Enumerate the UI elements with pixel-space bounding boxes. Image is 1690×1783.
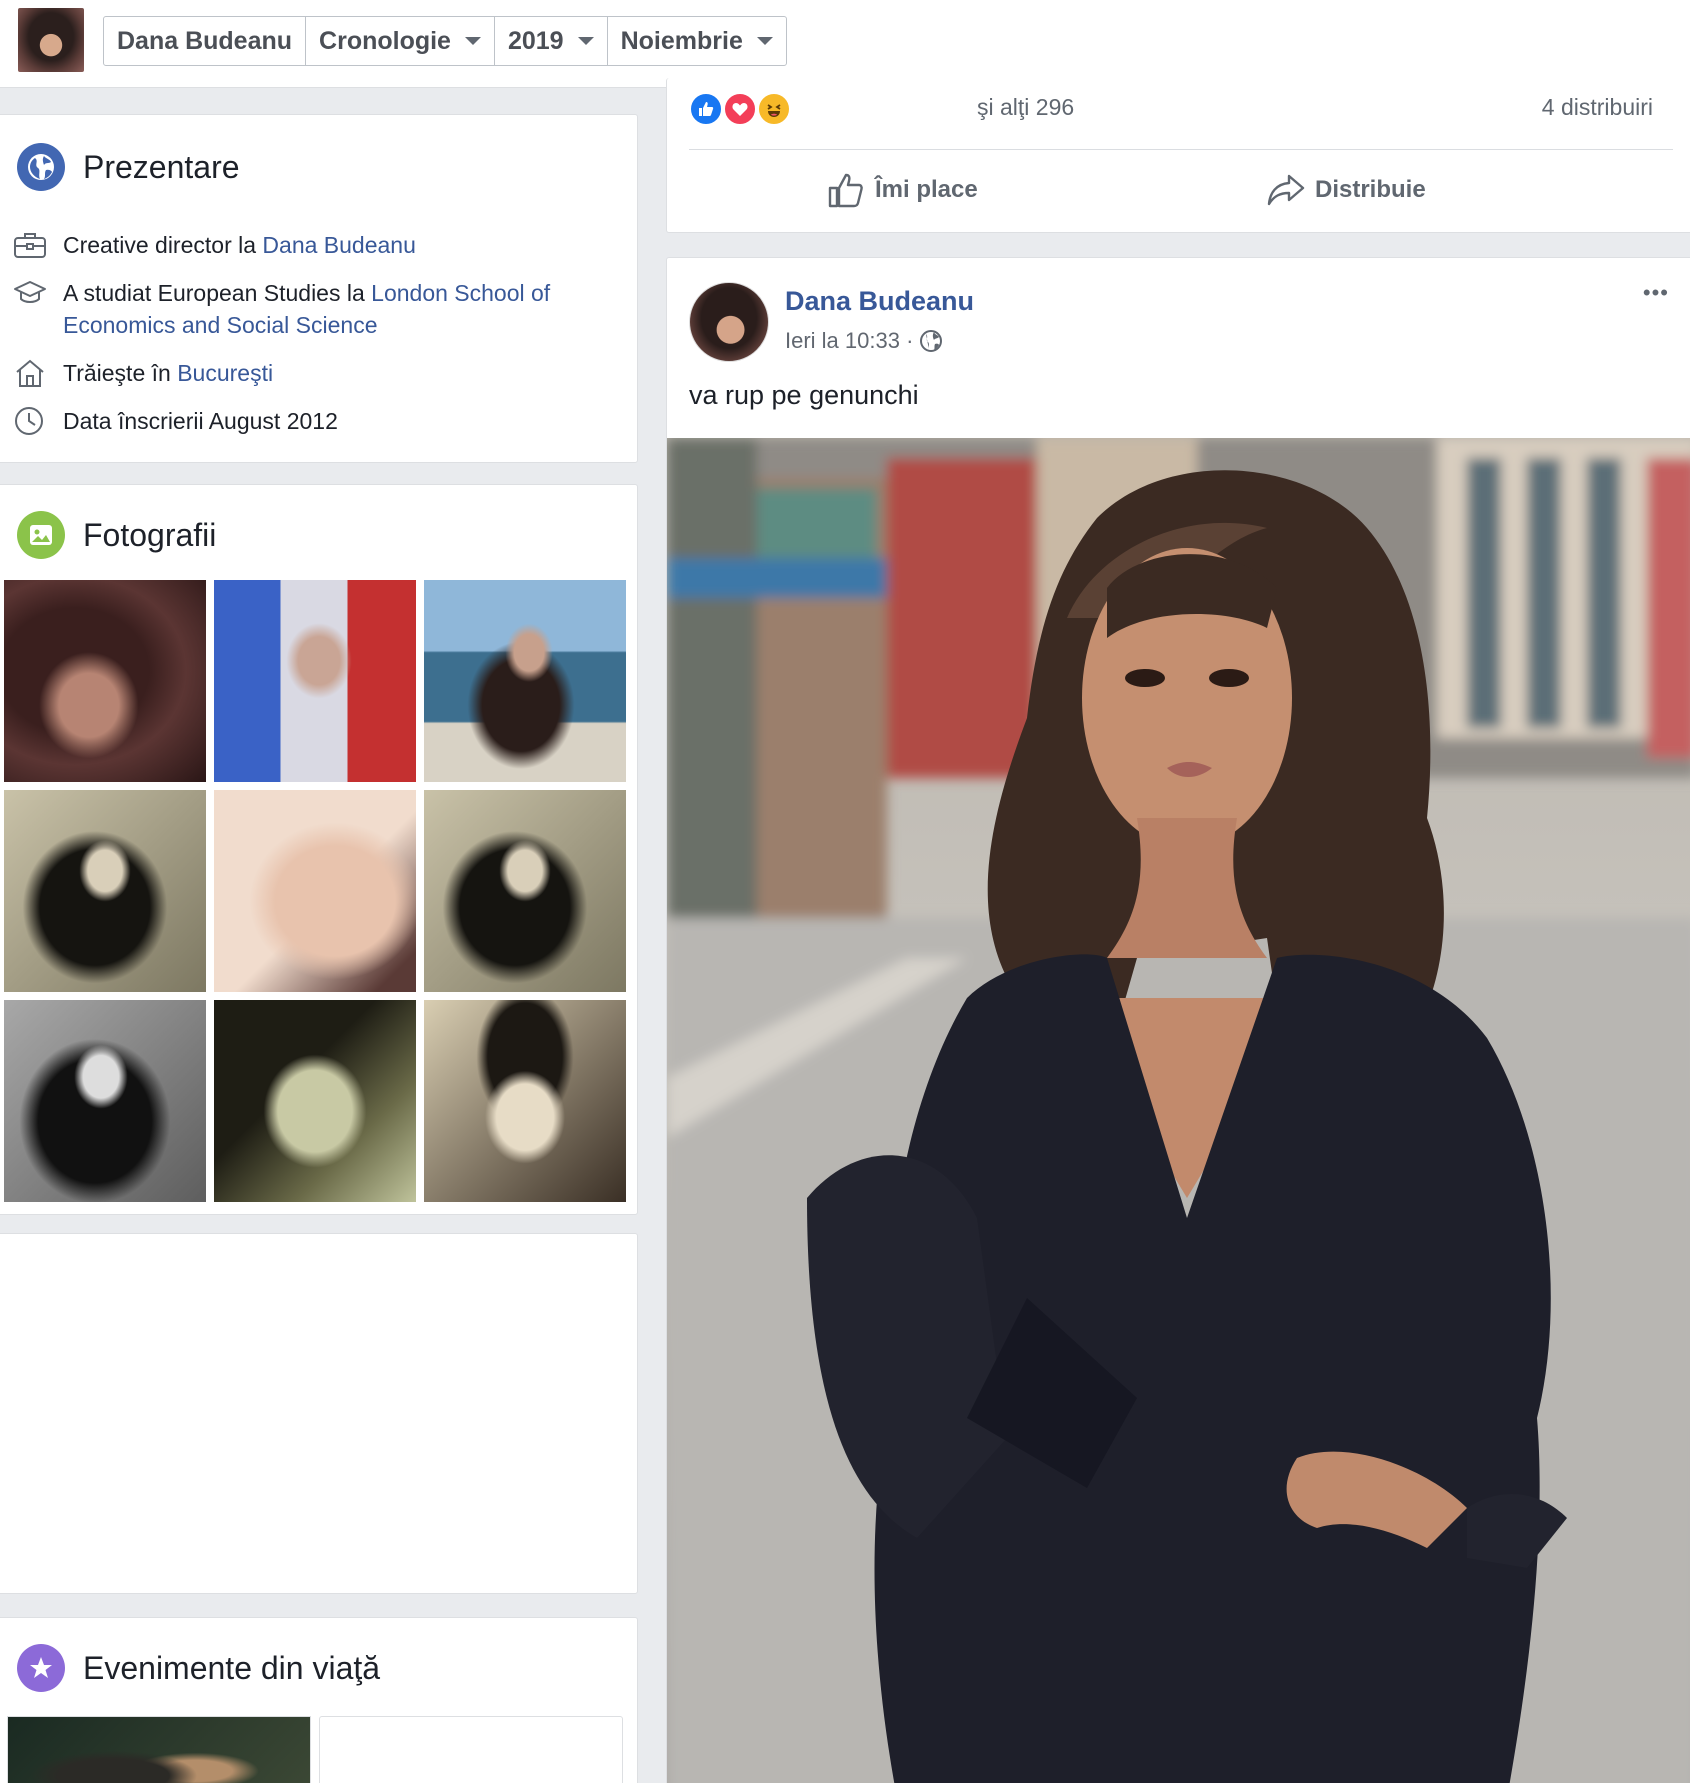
reactions-count-text[interactable]: şi alţi 296: [977, 94, 1074, 121]
life-event-thumb[interactable]: [7, 1716, 311, 1783]
globe-icon: [919, 329, 943, 353]
intro-card: Prezentare Creative director la Dana Bud…: [0, 114, 638, 463]
chevron-down-icon: [464, 37, 481, 45]
shares-count[interactable]: 4 distribuiri: [1542, 94, 1653, 121]
like-label: Îmi place: [875, 176, 978, 203]
post-meta: Ieri la 10:33 ·: [785, 328, 943, 354]
top-bar: Dana Budeanu Cronologie 2019 Noiembrie: [0, 0, 1690, 88]
crumb-label: Noiembrie: [620, 26, 743, 55]
image-icon: [17, 511, 65, 559]
empty-card: [0, 1233, 638, 1594]
city-link[interactable]: Bucureşti: [177, 360, 273, 386]
post-author-avatar[interactable]: [689, 282, 769, 362]
previous-post-footer: şi alţi 296 4 distribuiri Îmi place Dist…: [666, 78, 1690, 233]
crumb-year-dropdown[interactable]: 2019: [495, 17, 608, 65]
chevron-down-icon: [577, 37, 594, 45]
photo-thumb[interactable]: [214, 790, 416, 992]
intro-education-text: A studiat European Studies la: [63, 280, 372, 306]
share-button[interactable]: Distribuie: [1267, 168, 1426, 212]
more-options-icon[interactable]: •••: [1643, 280, 1669, 306]
haha-reaction-icon: [757, 92, 791, 126]
clock-icon: [13, 405, 49, 437]
crumb-label: Dana Budeanu: [117, 26, 293, 55]
school-link-line-1: London School of: [371, 280, 551, 306]
post-card: Dana Budeanu Ieri la 10:33 · ••• va rup …: [666, 257, 1690, 1783]
photo-thumb[interactable]: [424, 1000, 626, 1202]
globe-icon: [17, 143, 65, 191]
photos-title: Fotografii: [83, 516, 217, 553]
chevron-down-icon: [756, 37, 773, 45]
intro-joined-text: Data înscrierii August 2012: [63, 408, 338, 434]
graduation-cap-icon: [13, 277, 49, 309]
briefcase-icon: [13, 229, 49, 261]
profile-avatar[interactable]: [18, 8, 84, 72]
crumb-label: Cronologie: [319, 26, 451, 55]
intro-work-text: Creative director la: [63, 232, 263, 258]
intro-joined-row: Data înscrierii August 2012: [13, 405, 338, 437]
crumb-profile-name[interactable]: Dana Budeanu: [104, 17, 307, 65]
photo-thumb[interactable]: [214, 1000, 416, 1202]
crumb-label: 2019: [507, 26, 564, 55]
intro-title: Prezentare: [83, 148, 240, 185]
photo-thumb[interactable]: [424, 790, 626, 992]
reactions-summary[interactable]: [689, 90, 809, 130]
life-event-placeholder[interactable]: [319, 1716, 623, 1783]
work-link[interactable]: Dana Budeanu: [262, 232, 415, 258]
love-reaction-icon: [723, 92, 757, 126]
home-icon: [13, 357, 49, 389]
intro-work-row: Creative director la Dana Budeanu: [13, 229, 416, 261]
life-events-header: Evenimente din viaţă: [17, 1644, 380, 1692]
divider: [689, 149, 1673, 150]
share-label: Distribuie: [1315, 176, 1426, 203]
thumbs-up-icon: [827, 171, 865, 209]
school-link-line-2: Economics and Social Science: [63, 312, 378, 338]
crumb-month-dropdown[interactable]: Noiembrie: [608, 17, 786, 65]
post-photo[interactable]: [667, 438, 1690, 1783]
post-author-name[interactable]: Dana Budeanu: [785, 286, 974, 317]
like-reaction-icon: [689, 92, 723, 126]
photo-thumb[interactable]: [4, 580, 206, 782]
photo-thumb[interactable]: [424, 580, 626, 782]
like-button[interactable]: Îmi place: [827, 168, 978, 212]
photo-thumb[interactable]: [4, 790, 206, 992]
intro-lives-text: Trăieşte în: [63, 360, 178, 386]
crumb-timeline-dropdown[interactable]: Cronologie: [306, 17, 495, 65]
photo-thumb[interactable]: [4, 1000, 206, 1202]
share-arrow-icon: [1267, 173, 1305, 207]
intro-lives-row: Trăieşte în Bucureşti: [13, 357, 273, 389]
post-text: va rup pe genunchi: [689, 380, 919, 410]
post-photo-art: [667, 438, 1690, 1783]
intro-header: Prezentare: [17, 143, 240, 191]
star-icon: [17, 1644, 65, 1692]
timeline-navigator: Dana Budeanu Cronologie 2019 Noiembrie: [103, 16, 787, 66]
intro-education-row: A studiat European Studies la London Sch…: [13, 277, 583, 341]
life-events-title: Evenimente din viaţă: [83, 1649, 381, 1686]
photos-header: Fotografii: [17, 511, 216, 559]
post-timestamp[interactable]: Ieri la 10:33 ·: [785, 328, 913, 354]
photo-thumb[interactable]: [214, 580, 416, 782]
life-events-card: Evenimente din viaţă: [0, 1617, 638, 1783]
